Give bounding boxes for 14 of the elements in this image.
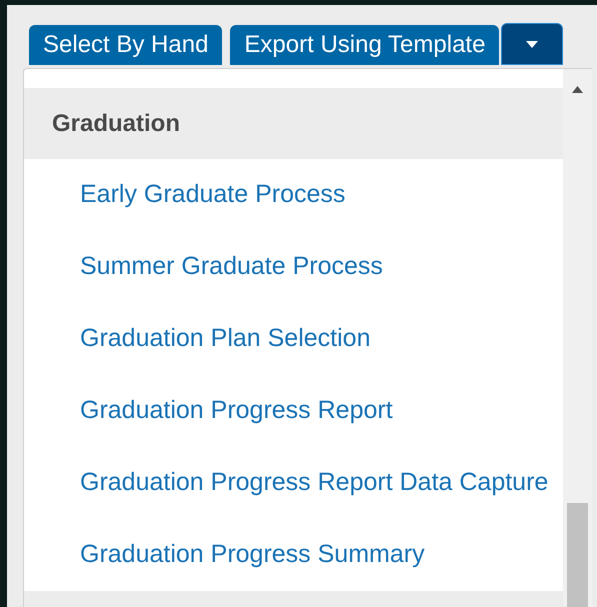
scrollbar[interactable] [563, 69, 592, 607]
menu-item[interactable]: Graduation Progress Summary [24, 519, 563, 591]
menu-item[interactable]: Graduation Progress Report Data Capture [24, 447, 563, 519]
group-header: Graduation [24, 88, 563, 159]
menu-item[interactable]: Summer Graduate Process [24, 231, 563, 303]
toolbar-button[interactable]: Select By Hand [29, 25, 222, 65]
caret-icon [526, 40, 538, 48]
menu-item[interactable]: Graduation Progress Report [24, 375, 563, 447]
scroll-up-icon[interactable] [572, 86, 583, 93]
menu-item[interactable]: Graduation Plan Selection [24, 303, 563, 375]
dropdown-button[interactable] [501, 23, 564, 65]
toolbar-button[interactable]: Export Using Template [230, 25, 500, 65]
scrollbar-thumb[interactable] [567, 503, 588, 607]
menu-item[interactable]: Early Graduate Process [24, 159, 563, 231]
